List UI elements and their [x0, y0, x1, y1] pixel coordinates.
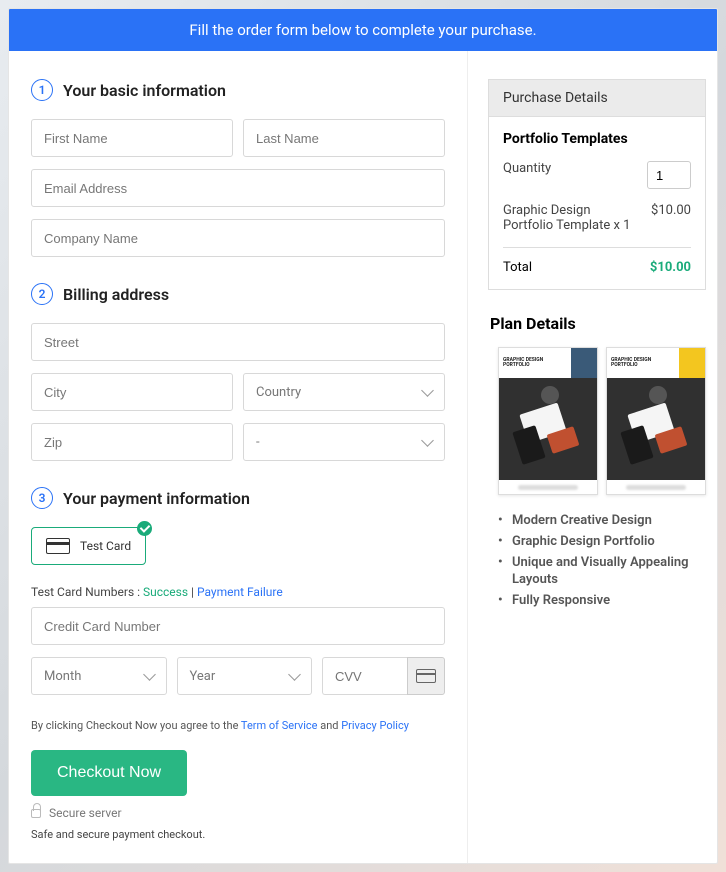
feature-item: Graphic Design Portfolio: [512, 534, 706, 551]
chevron-down-icon: [143, 668, 156, 681]
check-icon: [137, 521, 152, 536]
separator: |: [188, 585, 197, 599]
feature-list: Modern Creative Design Graphic Design Po…: [488, 513, 706, 609]
total-label: Total: [503, 260, 532, 275]
zip-field[interactable]: [31, 423, 233, 461]
state-label: -: [256, 435, 260, 450]
cvv-field[interactable]: [322, 657, 407, 695]
plan-thumbnails: GRAPHIC DESIGN PORTFOLIO GRAPHIC DESIGN …: [498, 347, 706, 495]
line-item-label: Graphic Design Portfolio Template x 1: [503, 203, 643, 233]
terms-prefix: By clicking Checkout Now you agree to th…: [31, 719, 241, 732]
body: 1 Your basic information 2 Billing addre…: [9, 51, 717, 863]
feature-item: Modern Creative Design: [512, 513, 706, 530]
test-card-label: Test Card: [80, 539, 131, 553]
chevron-down-icon: [421, 434, 434, 447]
safe-note: Safe and secure payment checkout.: [31, 828, 445, 841]
purchase-details-header: Purchase Details: [488, 79, 706, 116]
month-select[interactable]: Month: [31, 657, 167, 695]
plan-details-title: Plan Details: [490, 314, 706, 333]
section-2-title: 2 Billing address: [31, 283, 445, 305]
chevron-down-icon: [288, 668, 301, 681]
credit-card-icon: [46, 538, 70, 554]
step-3-label: Your payment information: [63, 489, 250, 508]
thumb-2-label: GRAPHIC DESIGN PORTFOLIO: [611, 358, 679, 369]
company-field[interactable]: [31, 219, 445, 257]
last-name-field[interactable]: [243, 119, 445, 157]
terms-of-service-link[interactable]: Term of Service: [241, 719, 318, 732]
payment-method-test-card[interactable]: Test Card: [31, 527, 146, 565]
checkout-button[interactable]: Checkout Now: [31, 750, 187, 796]
banner: Fill the order form below to complete yo…: [9, 9, 717, 51]
right-column: Purchase Details Portfolio Templates Qua…: [468, 51, 718, 863]
plan-thumbnail-2: GRAPHIC DESIGN PORTFOLIO: [606, 347, 706, 495]
city-field[interactable]: [31, 373, 233, 411]
secure-server-label: Secure server: [49, 806, 122, 820]
section-3-title: 3 Your payment information: [31, 487, 445, 509]
section-1-title: 1 Your basic information: [31, 79, 445, 101]
year-label: Year: [190, 669, 216, 684]
test-card-numbers-label: Test Card Numbers :: [31, 585, 143, 599]
thumb-1-label: GRAPHIC DESIGN PORTFOLIO: [503, 358, 571, 369]
terms-text: By clicking Checkout Now you agree to th…: [31, 719, 445, 732]
step-2-label: Billing address: [63, 285, 169, 304]
thumb-1-accent: [571, 348, 597, 378]
thumb-2-accent: [679, 348, 705, 378]
step-1-label: Your basic information: [63, 81, 226, 100]
product-name: Portfolio Templates: [503, 131, 691, 147]
step-1-number: 1: [31, 79, 53, 101]
year-select[interactable]: Year: [177, 657, 313, 695]
chevron-down-icon: [421, 384, 434, 397]
failure-link[interactable]: Payment Failure: [197, 585, 283, 599]
step-3-number: 3: [31, 487, 53, 509]
lock-icon: [31, 809, 41, 818]
email-field[interactable]: [31, 169, 445, 207]
feature-item: Fully Responsive: [512, 593, 706, 610]
month-label: Month: [44, 669, 81, 684]
cvv-hint-button[interactable]: [407, 657, 445, 695]
checkout-card: Fill the order form below to complete yo…: [8, 8, 718, 864]
plan-thumbnail-1: GRAPHIC DESIGN PORTFOLIO: [498, 347, 598, 495]
left-column: 1 Your basic information 2 Billing addre…: [9, 51, 468, 863]
step-2-number: 2: [31, 283, 53, 305]
street-field[interactable]: [31, 323, 445, 361]
state-select[interactable]: -: [243, 423, 445, 461]
line-item-price: $10.00: [651, 203, 691, 218]
secure-server: Secure server: [31, 806, 445, 820]
privacy-policy-link[interactable]: Privacy Policy: [341, 719, 409, 732]
success-link[interactable]: Success: [143, 585, 188, 599]
country-select[interactable]: Country: [243, 373, 445, 411]
credit-card-icon: [416, 669, 436, 683]
cc-number-field[interactable]: [31, 607, 445, 645]
first-name-field[interactable]: [31, 119, 233, 157]
terms-and: and: [318, 719, 342, 732]
total-value: $10.00: [650, 260, 691, 275]
quantity-label: Quantity: [503, 161, 551, 176]
test-card-note: Test Card Numbers : Success | Payment Fa…: [31, 585, 445, 599]
quantity-input[interactable]: [647, 161, 691, 189]
country-label: Country: [256, 385, 301, 400]
feature-item: Unique and Visually Appealing Layouts: [512, 555, 706, 589]
purchase-details-box: Portfolio Templates Quantity Graphic Des…: [488, 116, 706, 290]
